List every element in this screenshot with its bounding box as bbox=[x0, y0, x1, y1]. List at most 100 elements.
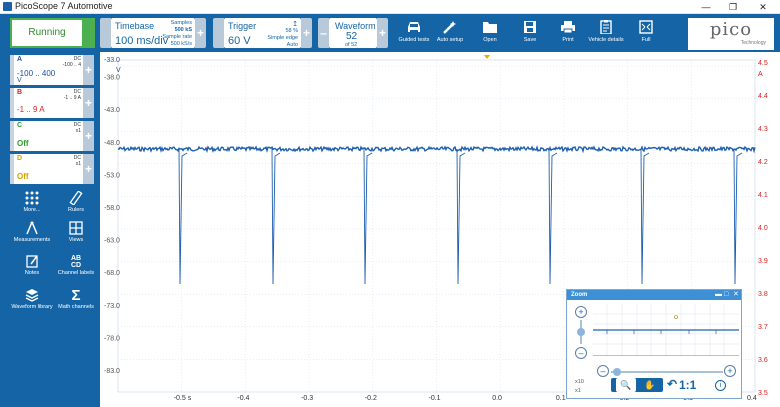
right-tick-label: 3.9 bbox=[758, 258, 768, 265]
waveform-previous-button[interactable]: – bbox=[318, 18, 329, 48]
trigger-mode: Simple edge bbox=[267, 35, 298, 41]
close-icon[interactable]: ✕ bbox=[752, 0, 774, 14]
vehicle-details-button[interactable]: Vehicle details bbox=[584, 20, 628, 43]
fullscreen-icon bbox=[639, 20, 653, 34]
timebase-control[interactable]: Timebase 100 ms/div Samples 500 kS Sampl… bbox=[111, 18, 195, 48]
views-button[interactable]: Views bbox=[54, 221, 98, 243]
full-screen-button[interactable]: Full bbox=[624, 20, 668, 43]
info-icon[interactable]: i bbox=[715, 380, 726, 391]
zoom-window[interactable]: Zoom ▬ □ ✕ + – – + x10 x1 🔍 ✋ ↶ 1:1 i bbox=[566, 289, 742, 399]
left-tick-label: -53.0 bbox=[104, 172, 120, 179]
auto-setup-button[interactable]: Auto setup bbox=[428, 20, 472, 43]
zoom-horizontal-out-button[interactable]: – bbox=[597, 365, 609, 377]
left-tick-label: -38.0 bbox=[104, 75, 120, 82]
sample-rate-value: 500 kS/s bbox=[170, 41, 192, 47]
timebase-decrease-button[interactable] bbox=[100, 18, 111, 48]
channel-a-range: -100 .. 400 bbox=[17, 69, 56, 78]
notes-label: Notes bbox=[24, 270, 40, 276]
left-tick-label: -68.0 bbox=[104, 270, 120, 277]
channel-b-range: -1 .. 9 A bbox=[17, 105, 45, 114]
right-tick-label: 3.6 bbox=[758, 357, 768, 364]
right-tick-label: 4.2 bbox=[758, 159, 768, 166]
zoom-close-icon[interactable]: ✕ bbox=[733, 290, 739, 300]
channel-labels-button[interactable]: AB CD Channel labels bbox=[54, 254, 98, 276]
measurements-button[interactable]: Measurements bbox=[10, 221, 54, 243]
channel-b-plus-button[interactable]: + bbox=[83, 88, 94, 118]
left-tick-label: -48.0 bbox=[104, 140, 120, 147]
sigma-icon: Σ bbox=[71, 287, 81, 304]
timebase-increase-button[interactable]: + bbox=[195, 18, 206, 48]
channel-b-card[interactable]: B DC -1 .. 9 A -1 .. 9 A bbox=[10, 88, 83, 118]
channel-a-card[interactable]: A DC -100 .. 4 -100 .. 400 V bbox=[10, 55, 83, 85]
channel-c-card[interactable]: C DC x1 Off bbox=[10, 121, 83, 151]
math-channels-button[interactable]: Σ Math channels bbox=[54, 287, 98, 311]
right-tick-label: 3.8 bbox=[758, 291, 768, 298]
zoom-vertical-in-button[interactable]: + bbox=[575, 306, 587, 318]
zoom-scale-top: x10 bbox=[575, 379, 584, 385]
zoom-horizontal-in-button[interactable]: + bbox=[724, 365, 736, 377]
channel-b-name: B bbox=[17, 89, 23, 96]
left-tick-label: -73.0 bbox=[104, 303, 120, 310]
channel-d-range: Off bbox=[17, 172, 29, 181]
more-button[interactable]: More... bbox=[10, 191, 54, 213]
math-channels-label: Math channels bbox=[58, 304, 94, 310]
logo-subtext: Technology bbox=[740, 40, 766, 46]
zoom-overview-graph[interactable] bbox=[593, 304, 739, 356]
zoom-vertical-out-button[interactable]: – bbox=[575, 347, 587, 359]
zoom-vertical-slider-thumb[interactable] bbox=[577, 328, 585, 336]
channel-c-coupling: DC x1 bbox=[73, 122, 81, 134]
restore-icon[interactable]: ❐ bbox=[722, 0, 744, 14]
undo-zoom-icon[interactable]: ↶ bbox=[667, 377, 677, 391]
channel-a-unit: V bbox=[17, 77, 22, 84]
right-tick-label: 3.5 bbox=[758, 390, 768, 397]
more-label: More... bbox=[23, 207, 41, 213]
zoom-horizontal-slider[interactable] bbox=[611, 371, 723, 373]
samples-label: Samples bbox=[170, 20, 192, 26]
channel-d-plus-button[interactable]: + bbox=[83, 154, 94, 184]
zoom-magnifier-icon[interactable]: 🔍 bbox=[616, 378, 636, 392]
trigger-increase-button[interactable]: + bbox=[301, 18, 312, 48]
channel-d-card[interactable]: D DC x1 Off bbox=[10, 154, 83, 184]
waveform-library-button[interactable]: Waveform library bbox=[10, 288, 54, 310]
channel-c-name: C bbox=[17, 122, 23, 129]
x-tick-label: -0.4 bbox=[237, 395, 249, 402]
zoom-one-to-one-button[interactable]: 1:1 bbox=[679, 378, 696, 392]
channel-c-range: Off bbox=[17, 139, 29, 148]
minimize-icon[interactable]: — bbox=[695, 0, 717, 14]
trigger-control[interactable]: Trigger 60 V ↥ 58 % Simple edge Auto bbox=[224, 18, 301, 48]
waveform-control[interactable]: Waveform 52 of 52 bbox=[329, 18, 377, 48]
channel-a-plus-button[interactable]: + bbox=[83, 55, 94, 85]
zoom-maximize-icon[interactable]: □ bbox=[724, 290, 728, 300]
open-button[interactable]: Open bbox=[468, 20, 512, 43]
trigger-auto: Auto bbox=[286, 42, 298, 48]
pan-hand-icon[interactable]: ✋ bbox=[641, 378, 659, 392]
waveform-index: 52 bbox=[346, 31, 358, 42]
picoscope-window: PicoScope 7 Automotive — ❐ ✕ Running Tim… bbox=[0, 0, 780, 407]
channel-a-coupling: DC -100 .. 4 bbox=[62, 56, 81, 68]
run-side-strip bbox=[84, 18, 95, 48]
trigger-marker bbox=[484, 55, 490, 59]
samples-value: 500 kS bbox=[174, 27, 192, 33]
left-tick-label: -58.0 bbox=[104, 205, 120, 212]
left-tick-label: -78.0 bbox=[104, 335, 120, 342]
zoom-horizontal-slider-thumb[interactable] bbox=[613, 368, 621, 376]
channel-d-coupling: DC x1 bbox=[73, 155, 81, 167]
print-icon bbox=[561, 21, 575, 34]
print-label: Print bbox=[562, 37, 574, 43]
waveform-next-button[interactable]: + bbox=[377, 18, 388, 48]
trigger-percent: 58 % bbox=[285, 28, 298, 34]
timebase-value: 100 ms/div bbox=[115, 35, 169, 47]
channel-d-name: D bbox=[17, 155, 23, 162]
rulers-button[interactable]: Rulers bbox=[54, 191, 98, 213]
right-tick-label: 3.7 bbox=[758, 324, 768, 331]
trigger-decrease-button[interactable] bbox=[213, 18, 224, 48]
x-tick-label: -0.1 bbox=[429, 395, 441, 402]
notes-button[interactable]: Notes bbox=[10, 254, 54, 276]
zoom-scale-bottom: x1 bbox=[575, 388, 581, 394]
run-stop-button[interactable]: Running bbox=[10, 18, 84, 48]
right-tick-label: 4.5 bbox=[758, 60, 768, 67]
right-axis-unit: A bbox=[758, 71, 763, 78]
zoom-minimize-icon[interactable]: ▬ bbox=[715, 290, 722, 300]
channel-c-plus-button[interactable]: + bbox=[83, 121, 94, 151]
ruler-icon bbox=[69, 191, 83, 205]
